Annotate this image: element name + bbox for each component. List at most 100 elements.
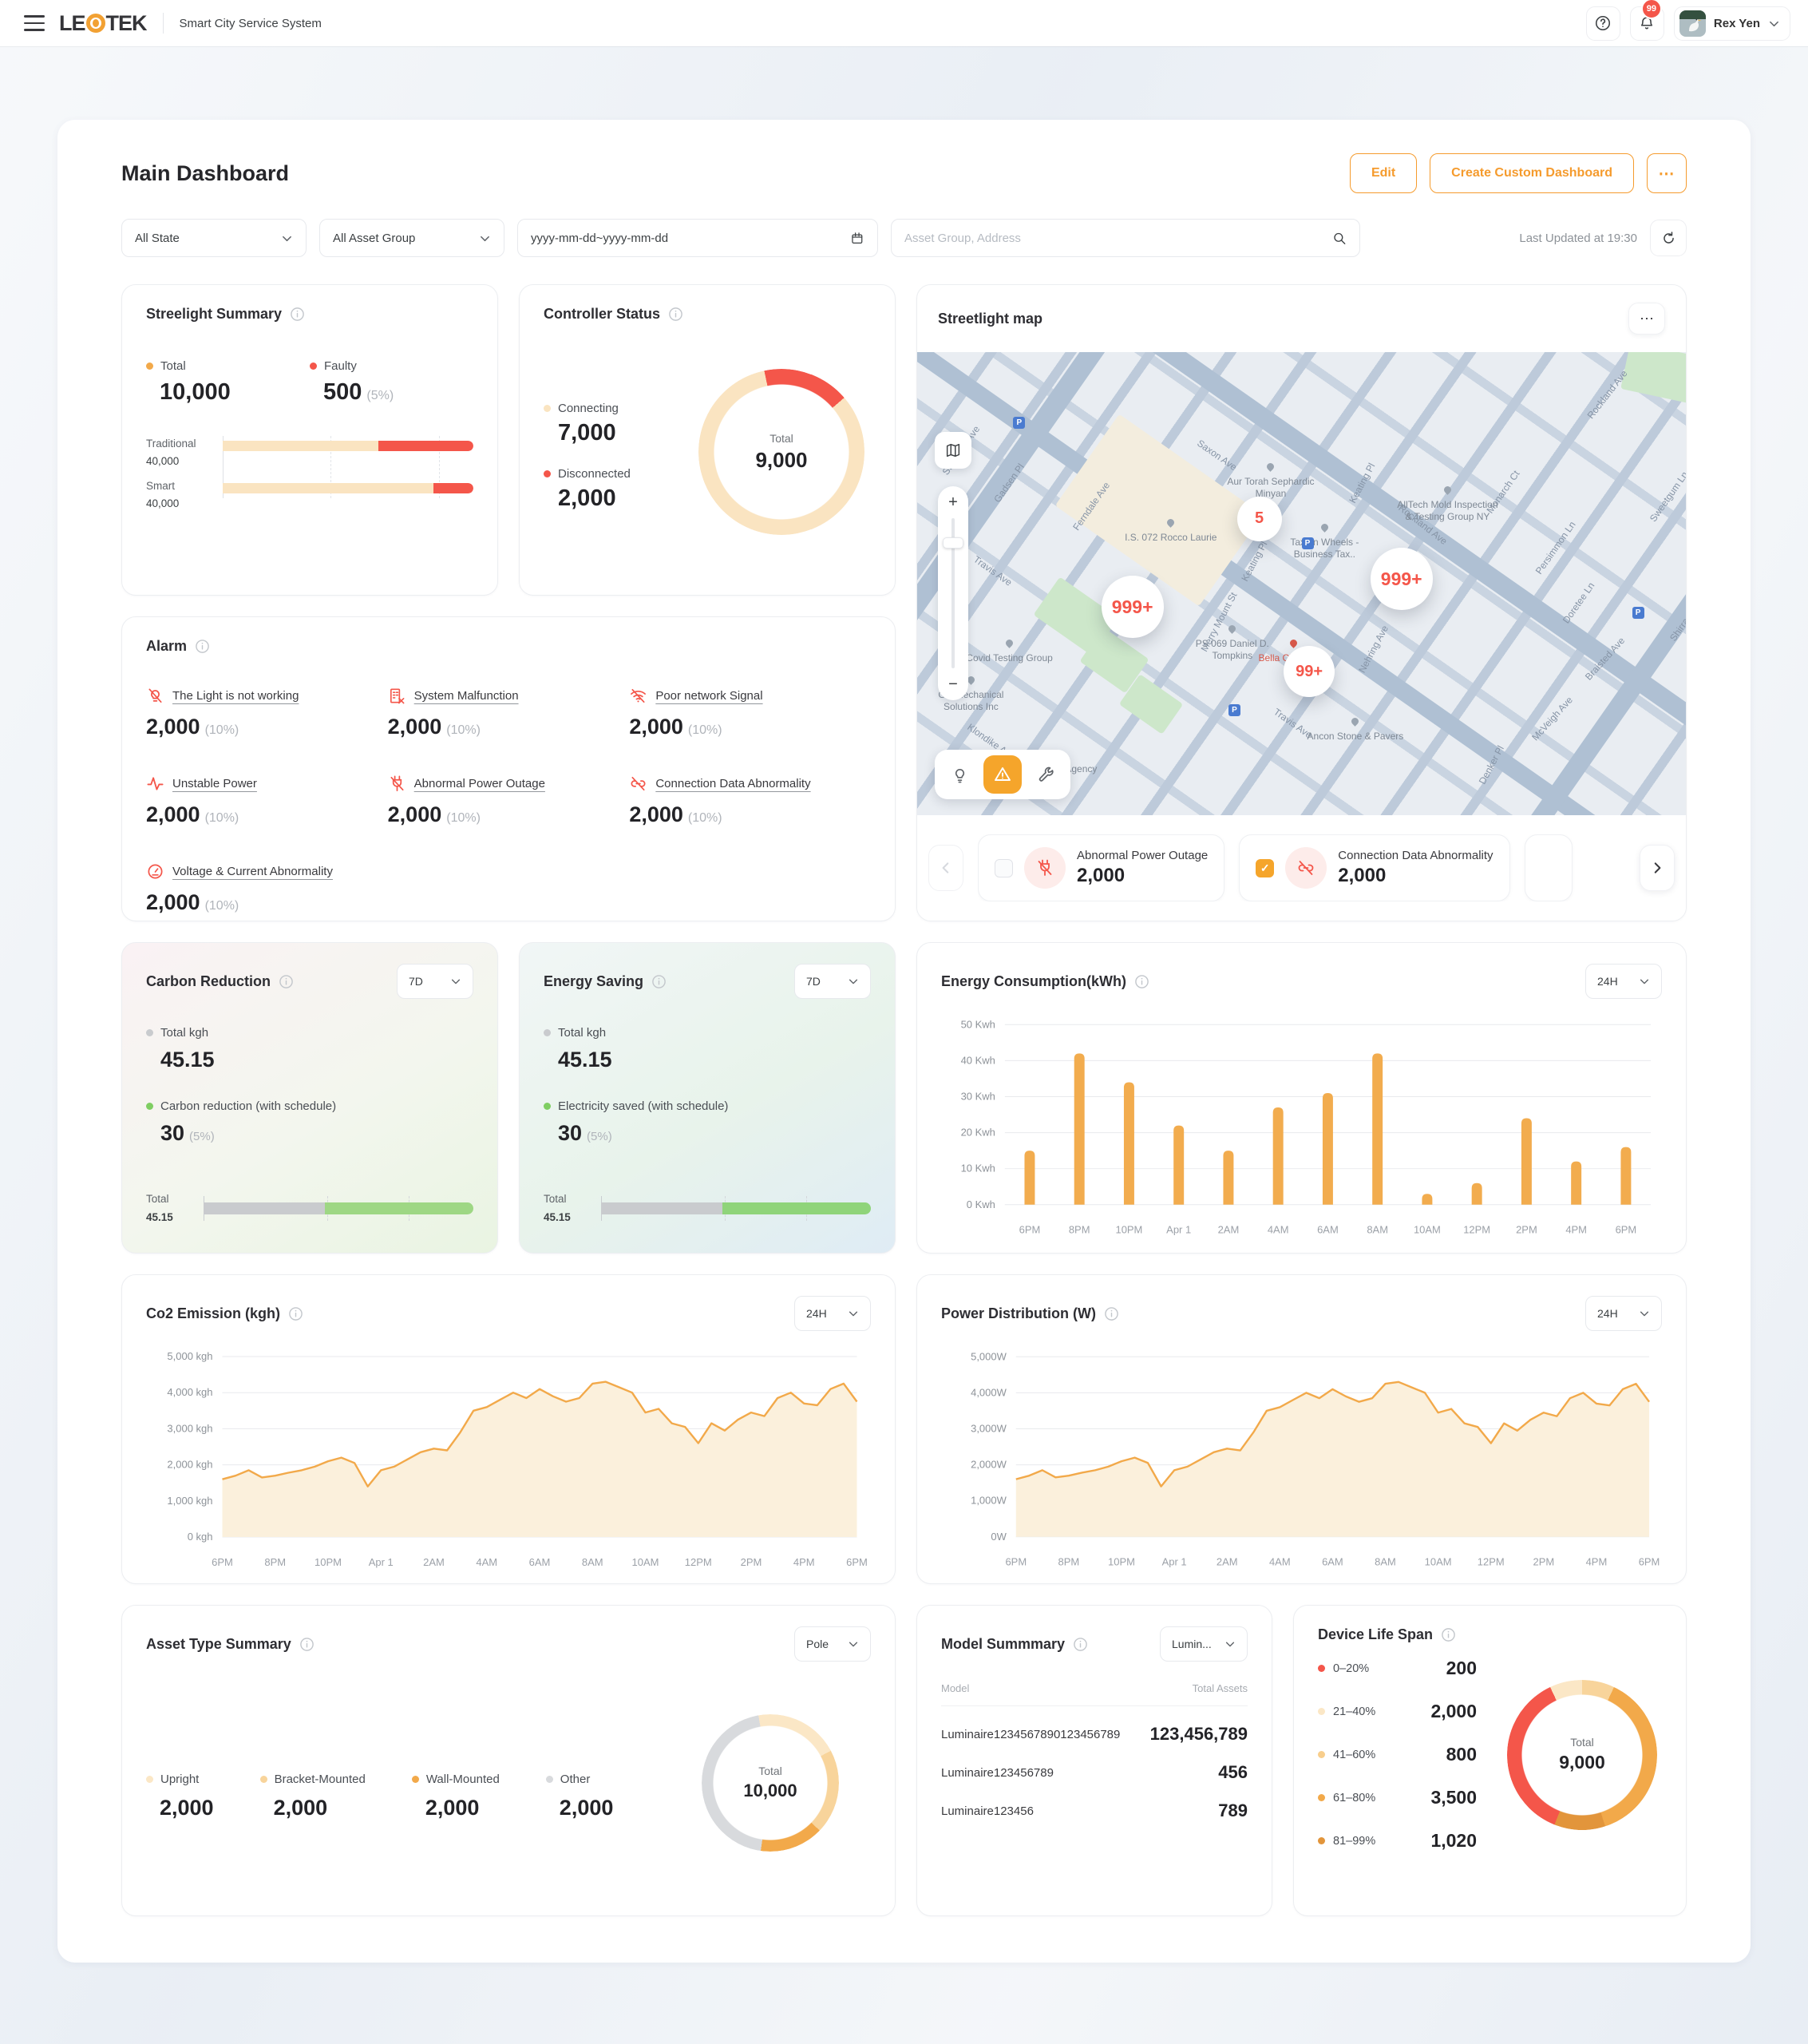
zoom-slider-track[interactable] — [951, 518, 955, 668]
chip-checkbox[interactable] — [995, 859, 1013, 877]
map-poi-label: GC Mechanical Solutions Inc — [918, 676, 1023, 713]
notifications-button[interactable]: 99 — [1630, 6, 1664, 41]
chip-checkbox[interactable]: ✓ — [1256, 859, 1274, 877]
info-icon[interactable] — [195, 639, 210, 654]
map-cluster-marker[interactable]: 999+ — [1371, 548, 1433, 610]
svg-text:10PM: 10PM — [1108, 1556, 1135, 1568]
asset-type-select[interactable]: Pole — [794, 1626, 871, 1662]
info-icon[interactable] — [1134, 974, 1149, 989]
dashboard-shell: Main Dashboard Edit Create Custom Dashbo… — [57, 120, 1751, 1963]
asset-group-select[interactable]: All Asset Group — [319, 219, 504, 257]
svg-text:0 Kwh: 0 Kwh — [967, 1198, 995, 1210]
chevron-down-icon — [1639, 1308, 1650, 1319]
date-range-input[interactable] — [517, 219, 878, 257]
connecting-dot — [544, 405, 551, 412]
svg-text:20 Kwh: 20 Kwh — [961, 1127, 995, 1139]
svg-text:8PM: 8PM — [1069, 1224, 1090, 1236]
info-icon[interactable] — [288, 1306, 303, 1321]
model-type-select[interactable]: Lumin... — [1160, 1626, 1248, 1662]
map-street-label: Sweetgum Ln — [1648, 469, 1686, 524]
total-dot — [544, 1029, 551, 1036]
map-poi-label: AllTech Mold Inspection & Testing Group … — [1395, 486, 1500, 523]
alarm-item-label[interactable]: Abnormal Power Outage — [414, 777, 545, 790]
info-icon[interactable] — [290, 307, 305, 322]
hamburger-menu-icon[interactable] — [24, 15, 45, 31]
asset-type-legend-item: Wall-Mounted2,000 — [412, 1773, 500, 1820]
svg-text:10 Kwh: 10 Kwh — [961, 1163, 995, 1175]
chip-label: Connection Data Abnormality — [1338, 849, 1493, 862]
maintenance-layer-button[interactable] — [1027, 755, 1065, 794]
co2-range-select[interactable]: 24H — [794, 1296, 871, 1331]
carousel-left-button[interactable] — [928, 845, 963, 891]
alarms-layer-button[interactable] — [983, 755, 1022, 794]
power-range-select[interactable]: 24H — [1585, 1296, 1662, 1331]
carousel-right-button[interactable] — [1640, 845, 1675, 891]
alarm-item-label[interactable]: Connection Data Abnormality — [655, 777, 810, 790]
map-cluster-marker[interactable]: 99+ — [1284, 646, 1335, 697]
alarm-item-value: 2,000(10%) — [146, 890, 388, 915]
alarm-item-label[interactable]: Unstable Power — [172, 777, 257, 790]
alarm-card: Alarm The Light is not working2,000(10%)… — [121, 616, 896, 921]
alarm-item-label[interactable]: Voltage & Current Abnormality — [172, 865, 333, 878]
map-poi-label: Ancon Stone & Pavers — [1303, 718, 1408, 743]
total-kgh-value: 45.15 — [558, 1048, 871, 1072]
svg-text:8AM: 8AM — [582, 1556, 603, 1568]
chevron-down-icon — [281, 232, 293, 244]
map-cluster-marker[interactable]: 999+ — [1102, 576, 1164, 638]
carbon-range-select[interactable]: 7D — [397, 964, 473, 999]
info-icon[interactable] — [279, 974, 294, 989]
alarm-item-value: 2,000(10%) — [146, 802, 388, 827]
lights-layer-button[interactable] — [940, 755, 979, 794]
bar-total-label: Total45.15 — [146, 1190, 192, 1227]
donut-total-value: 9,000 — [1559, 1752, 1605, 1773]
refresh-button[interactable] — [1650, 220, 1687, 256]
card-title: Carbon Reduction — [146, 973, 271, 990]
map-canvas[interactable]: Steinway AveGadsen PlFerndale AveSaxon A… — [917, 352, 1686, 815]
help-button[interactable] — [1586, 6, 1620, 41]
edit-button[interactable]: Edit — [1350, 153, 1417, 193]
chevron-down-icon — [479, 232, 491, 244]
avatar — [1679, 10, 1706, 37]
bar-fault-segment — [433, 483, 473, 493]
zoom-slider-handle[interactable] — [943, 537, 963, 549]
info-icon[interactable] — [1441, 1627, 1456, 1642]
last-updated-text: Last Updated at 19:30 — [1519, 232, 1637, 245]
info-icon[interactable] — [1104, 1306, 1119, 1321]
consumption-range-select[interactable]: 24H — [1585, 964, 1662, 999]
map-cluster-marker[interactable]: 5 — [1237, 497, 1282, 541]
map-alarm-chip[interactable]: Abnormal Power Outage2,000 — [978, 834, 1224, 901]
zoom-out-button[interactable]: − — [948, 676, 958, 692]
date-range-field[interactable] — [531, 232, 841, 245]
model-table-row: Luminaire123456789 — [941, 1800, 1248, 1821]
alarm-item-label[interactable]: Poor network Signal — [655, 689, 762, 703]
zoom-in-button[interactable]: + — [948, 494, 958, 510]
dashboard-more-button[interactable]: ⋯ — [1647, 153, 1687, 193]
create-custom-dashboard-button[interactable]: Create Custom Dashboard — [1430, 153, 1634, 193]
sched-label: Carbon reduction (with schedule) — [160, 1099, 336, 1113]
info-icon[interactable] — [668, 307, 683, 322]
state-select[interactable]: All State — [121, 219, 307, 257]
map-alarm-chip[interactable]: ✓Connection Data Abnormality2,000 — [1239, 834, 1509, 901]
user-menu[interactable]: Rex Yen — [1674, 6, 1790, 41]
alarm-item-label[interactable]: The Light is not working — [172, 689, 299, 703]
info-icon[interactable] — [651, 974, 667, 989]
total-value: 10,000 — [160, 379, 310, 406]
energy-saving-card: Energy Saving 7D Total kgh 45.15 Electri… — [519, 942, 896, 1254]
asset-type-legend-item: Other2,000 — [546, 1773, 614, 1820]
search-input[interactable] — [891, 219, 1360, 257]
map-alarm-chip-partial[interactable] — [1525, 834, 1573, 901]
alarm-item-label[interactable]: System Malfunction — [414, 689, 519, 703]
legend-label: Bracket-Mounted — [275, 1773, 366, 1786]
info-icon[interactable] — [299, 1637, 315, 1652]
map-type-button[interactable] — [935, 432, 971, 469]
info-icon[interactable] — [1073, 1637, 1088, 1652]
map-parking-icon: P — [1228, 704, 1240, 716]
saving-total-bar — [601, 1202, 871, 1214]
alarm-plugOff-icon — [388, 774, 406, 793]
alarm-item: Poor network Signal2,000(10%) — [629, 687, 871, 739]
leotek-logo[interactable]: LETEK — [59, 11, 147, 36]
search-field[interactable] — [904, 232, 1323, 245]
map-more-button[interactable]: ⋯ — [1628, 303, 1665, 335]
legend-value: 2,000 — [274, 1796, 366, 1820]
saving-range-select[interactable]: 7D — [794, 964, 871, 999]
